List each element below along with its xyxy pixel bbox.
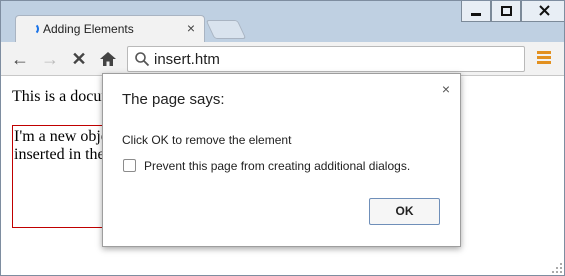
search-icon bbox=[135, 52, 150, 67]
minimize-icon bbox=[471, 12, 481, 16]
prevent-dialogs-label[interactable]: Prevent this page from creating addition… bbox=[144, 159, 410, 173]
loading-spinner-icon bbox=[27, 23, 39, 35]
alert-dialog: The page says: × Click OK to remove the … bbox=[102, 73, 461, 247]
address-bar[interactable]: insert.htm bbox=[127, 46, 525, 72]
maximize-button[interactable] bbox=[491, 0, 521, 22]
stop-icon[interactable]: ✕ bbox=[68, 48, 90, 70]
address-text: insert.htm bbox=[154, 51, 220, 68]
back-icon[interactable]: ← bbox=[9, 48, 31, 70]
close-window-button[interactable] bbox=[521, 0, 565, 22]
maximize-icon bbox=[500, 5, 512, 16]
window-controls bbox=[461, 0, 565, 22]
tab-close-icon[interactable]: × bbox=[187, 20, 195, 36]
ok-button[interactable]: OK bbox=[369, 198, 440, 225]
title-bar: Adding Elements × bbox=[0, 0, 565, 42]
prevent-dialogs-checkbox[interactable] bbox=[123, 159, 136, 172]
home-icon[interactable] bbox=[97, 48, 119, 70]
forward-icon[interactable]: → bbox=[39, 48, 61, 70]
page-text: This is a docum bbox=[12, 88, 114, 105]
tab-title: Adding Elements bbox=[43, 22, 134, 36]
tab-adding-elements[interactable]: Adding Elements × bbox=[15, 15, 205, 42]
resize-grip-icon[interactable] bbox=[551, 262, 563, 274]
browser-window: Adding Elements × ← → ✕ insert.htm This … bbox=[0, 0, 565, 276]
dialog-close-icon[interactable]: × bbox=[442, 81, 450, 97]
close-icon bbox=[538, 5, 550, 16]
dialog-message: Click OK to remove the element bbox=[122, 133, 292, 147]
dialog-title: The page says: bbox=[122, 91, 225, 108]
new-tab-button[interactable] bbox=[205, 20, 247, 39]
minimize-button[interactable] bbox=[461, 0, 491, 22]
menu-icon[interactable] bbox=[537, 51, 551, 65]
home-glyph-icon bbox=[100, 52, 116, 66]
toolbar: ← → ✕ insert.htm bbox=[0, 42, 565, 76]
